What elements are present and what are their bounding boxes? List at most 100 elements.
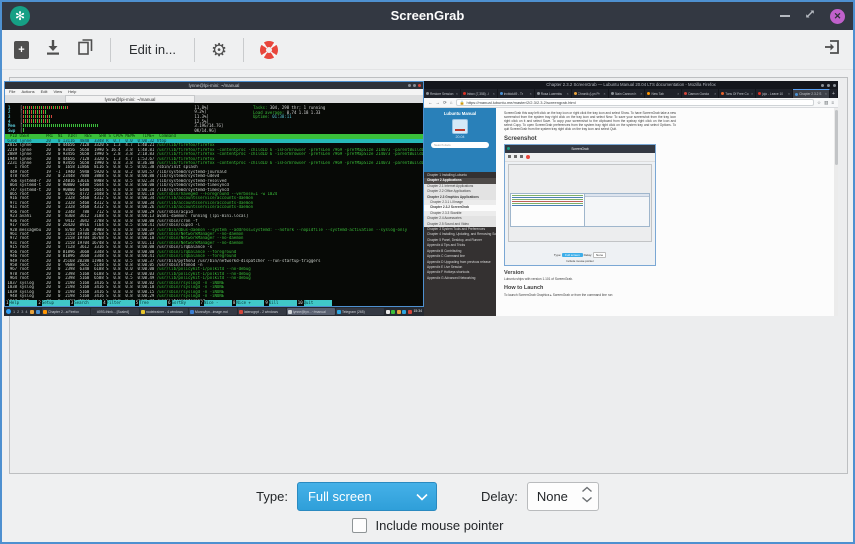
tray-icon[interactable] <box>408 310 412 314</box>
copy-button[interactable] <box>77 38 94 61</box>
htop-meters: 1[11.8%]2[9.2%]3[11.3%]4[12.5%]Mem[3.19G… <box>8 105 238 133</box>
new-tab-button[interactable]: + <box>830 89 838 98</box>
window-title: ScreenGrab <box>2 2 853 30</box>
taskbar-task[interactable]: Munro/lyn...image.md <box>189 308 237 315</box>
tab-close-icon[interactable]: × <box>788 92 790 96</box>
nested-help-icon <box>526 155 530 159</box>
settings-button[interactable]: ⚙ <box>211 41 227 59</box>
taskbar-task[interactable]: Telegram (265) <box>336 308 384 315</box>
taskbar-task[interactable]: nodebrainer - 4 windows <box>140 308 188 315</box>
ff-navbar: ← → ⟳ ⌂ 🔒 https://manual.lubuntu.me/mast… <box>424 98 838 108</box>
browser-tab[interactable]: Blain Cannon h× <box>609 89 646 98</box>
tab-favicon <box>721 92 724 95</box>
edit-in-button[interactable]: Edit in... <box>127 38 178 61</box>
launcher-icon[interactable] <box>30 310 34 314</box>
tray-icon[interactable] <box>391 310 395 314</box>
browser-tab[interactable]: Chronik (Lyn Pr× <box>572 89 609 98</box>
start-menu-icon <box>6 309 11 314</box>
tray-icon[interactable] <box>402 310 406 314</box>
menu-icon: ≡ <box>831 100 834 105</box>
nested-preview <box>508 164 652 242</box>
tray-icon[interactable] <box>386 310 390 314</box>
copy-icon <box>77 38 94 56</box>
include-pointer-checkbox[interactable] <box>352 518 367 533</box>
taskbar-task[interactable]: latenogrpt - 2 windows <box>238 308 286 315</box>
nested-toolbar <box>505 153 655 162</box>
taskbar-task[interactable]: Chapter 2...a Firefox <box>42 308 90 315</box>
maximize-button[interactable] <box>804 7 816 25</box>
tab-favicon <box>574 92 577 95</box>
ff-content: Lubuntu Manual 20.04 Search docs Chapter… <box>424 108 838 316</box>
screenshot-thumbnail[interactable]: lynne@lpi-mini: ~/manual FileActionsEdit… <box>4 81 838 316</box>
browser-tab[interactable]: New Tab× <box>645 89 682 98</box>
back-icon: ← <box>428 100 433 105</box>
tab-label: Blain Cannon h <box>615 92 640 96</box>
doc-launch-heading: How to Launch <box>504 285 832 291</box>
tab-favicon <box>647 92 650 95</box>
tab-close-icon[interactable]: × <box>493 92 495 96</box>
htop-fn-key: 2Setup <box>37 300 69 306</box>
browser-tab[interactable]: Damon Garcia× <box>682 89 719 98</box>
task-icon <box>288 310 292 314</box>
spin-down-icon[interactable] <box>581 496 593 503</box>
url-text: https://manual.lubuntu.me/master/2/2.3/2… <box>466 100 575 105</box>
close-button[interactable]: ✕ <box>830 9 845 24</box>
workspace-number[interactable]: 1 <box>13 310 15 314</box>
save-button[interactable] <box>45 38 61 61</box>
tray-icon[interactable] <box>397 310 401 314</box>
manual-title: Lubuntu Manual <box>424 111 496 116</box>
nested-delay-spin: None <box>593 252 606 258</box>
workspace-number[interactable]: 4 <box>25 310 27 314</box>
spin-up-icon[interactable] <box>581 486 593 493</box>
tab-close-icon[interactable]: × <box>677 92 679 96</box>
tab-close-icon[interactable]: × <box>751 92 753 96</box>
manual-book-icon <box>452 119 468 134</box>
browser-tab[interactable]: lnxblok49 - Tr× <box>498 89 535 98</box>
browser-tab[interactable]: Tons Of Free Co× <box>719 89 756 98</box>
browser-tab[interactable]: jojo - Leave 10× <box>756 89 793 98</box>
toolbar-separator <box>194 38 195 62</box>
tab-close-icon[interactable]: × <box>825 92 827 96</box>
thumb-terminal-window: lynne@lpi-mini: ~/manual FileActionsEdit… <box>4 81 424 307</box>
taskbar-task[interactable]: lynne@lyn...~/manual <box>287 308 335 315</box>
workspace-number[interactable]: 2 <box>17 310 19 314</box>
htop-fn-key: 3Search <box>70 300 102 306</box>
htop-meter-bar <box>23 119 193 123</box>
browser-tab[interactable]: Restore Session× <box>424 89 461 98</box>
tab-favicon <box>611 92 614 95</box>
tab-close-icon[interactable]: × <box>530 92 532 96</box>
tab-close-icon[interactable]: × <box>714 92 716 96</box>
tab-close-icon[interactable]: × <box>640 92 642 96</box>
help-button[interactable] <box>260 41 278 59</box>
quit-button[interactable] <box>823 38 841 61</box>
type-value: Full screen <box>308 489 372 504</box>
ff-scrollbar-thumb[interactable] <box>835 110 838 165</box>
new-screenshot-button[interactable]: + <box>14 41 29 59</box>
tab-close-icon[interactable]: × <box>456 92 458 96</box>
tab-close-icon[interactable]: × <box>567 92 569 96</box>
taskbar-task[interactable]: #093-think... [Scaled] <box>91 308 139 315</box>
workspace-number[interactable]: 3 <box>21 310 23 314</box>
tab-label: New Tab <box>651 92 676 96</box>
browser-tab[interactable]: Inbox (7,358) - l× <box>461 89 498 98</box>
launcher-icon[interactable] <box>36 310 40 314</box>
doc-paragraph: ScreenGrab this way left click on the tr… <box>504 112 676 132</box>
bookmark-star-icon: ☆ <box>817 100 821 106</box>
manual-search-input: Search docs <box>431 142 489 148</box>
htop-fn-key: 6SortBy <box>167 300 199 306</box>
reload-icon: ⟳ <box>443 100 447 106</box>
type-dropdown[interactable]: Full screen <box>297 482 437 511</box>
thumb-htop-screen: 1[11.8%]2[9.2%]3[11.3%]4[12.5%]Mem[3.19G… <box>5 103 423 306</box>
delay-spinbox[interactable]: None <box>527 482 599 511</box>
taskbar-tasks: Chapter 2...a Firefox#093-think... [Scal… <box>42 308 384 315</box>
htop-fn-key: 7Nice - <box>200 300 232 306</box>
tab-close-icon[interactable]: × <box>603 92 605 96</box>
browser-tab[interactable]: Rosa Luxembu× <box>535 89 572 98</box>
sidebar-item[interactable]: Appendix G Advanced Networking <box>424 276 496 281</box>
minimize-button[interactable] <box>780 15 790 17</box>
titlebar[interactable]: ✻ ScreenGrab ✕ <box>2 2 853 30</box>
nested-titlebar: ScreenGrab <box>505 145 655 153</box>
browser-tab[interactable]: Chapter 2.3.2 S× <box>793 89 830 98</box>
htop-fn-key: 4Filter <box>102 300 134 306</box>
thumb-left-monitor: lynne@lpi-mini: ~/manual FileActionsEdit… <box>4 81 424 316</box>
